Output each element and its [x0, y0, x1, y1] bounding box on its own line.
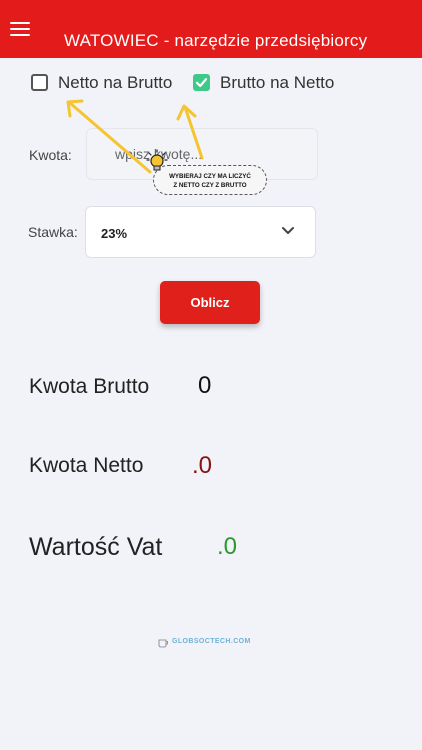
cup-icon	[158, 639, 168, 648]
kwota-brutto-value: 0	[198, 372, 212, 399]
wartosc-vat-label: Wartość Vat	[29, 533, 163, 561]
hint-line-2: Z NETTO CZY Z BRUTTO	[173, 182, 247, 189]
brutto-na-netto-checkbox[interactable]	[193, 74, 210, 91]
netto-na-brutto-label[interactable]: Netto na Brutto	[58, 73, 172, 93]
kwota-netto-value: .0	[192, 452, 213, 479]
stawka-label: Stawka:	[28, 224, 78, 240]
kwota-netto-label: Kwota Netto	[29, 454, 144, 477]
hint-line-1: WYBIERAJ CZY MA LICZYĆ	[169, 173, 251, 180]
stawka-value: 23%	[101, 226, 128, 241]
app-title: WATOWIEC - narzędzie przedsiębiorcy	[64, 31, 368, 50]
menu-icon[interactable]	[10, 18, 30, 40]
wartosc-vat-value: .0	[217, 533, 238, 560]
lightbulb-icon	[146, 149, 168, 171]
hint-bubble: WYBIERAJ CZY MA LICZYĆ Z NETTO CZY Z BRU…	[153, 165, 267, 195]
footer-brand-text: GLOBSOCTECH.COM	[172, 638, 251, 645]
brutto-na-netto-label[interactable]: Brutto na Netto	[220, 73, 334, 93]
netto-na-brutto-checkbox[interactable]	[31, 74, 48, 91]
check-icon	[195, 78, 208, 88]
stawka-select[interactable]: 23%	[85, 206, 316, 258]
kwota-label: Kwota:	[29, 147, 72, 163]
oblicz-button[interactable]: Oblicz	[160, 281, 260, 324]
chevron-down-icon	[282, 227, 294, 234]
mode-selector: Netto na Brutto Brutto na Netto	[0, 70, 422, 100]
kwota-brutto-label: Kwota Brutto	[29, 375, 150, 398]
app-bar: WATOWIEC - narzędzie przedsiębiorcy	[0, 0, 422, 58]
